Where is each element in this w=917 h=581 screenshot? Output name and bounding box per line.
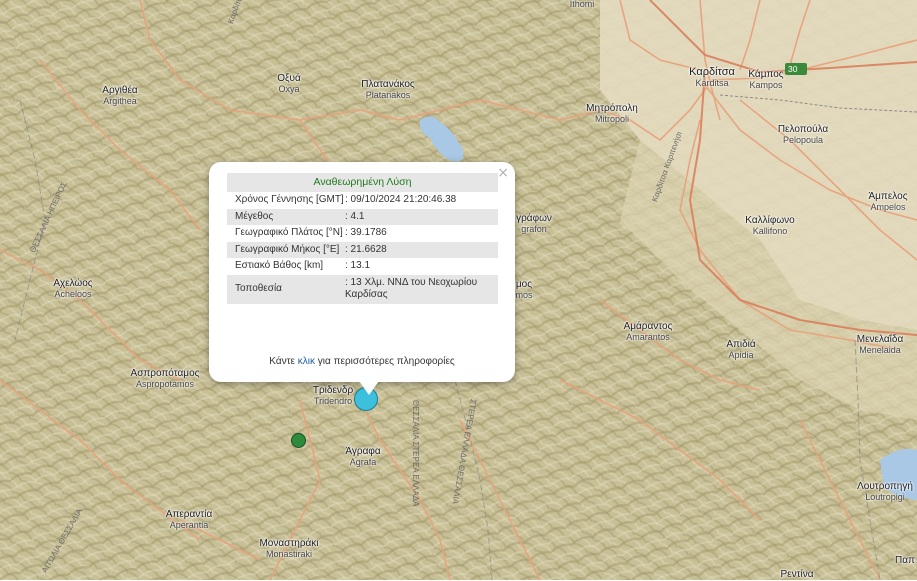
popup-pointer: [359, 381, 379, 395]
place-kallifono: Καλλίφωνο Kallifono: [745, 215, 795, 236]
place-platanakos: Πλατανάκος Platanakos: [361, 79, 415, 100]
place-grafon: γράφων grafon: [516, 213, 552, 234]
detail-row: Τοποθεσία : 13 Χλμ. ΝΝΔ του Νεοχωρίου Κα…: [227, 274, 498, 304]
place-menelaida: Μενελαΐδα Menelaida: [856, 334, 904, 355]
detail-value: : 21.6628: [345, 241, 498, 259]
more-info-text: Κάντε κλικ για περισσότερες πληροφορίες: [269, 356, 455, 367]
place-mos: μος mos: [515, 279, 533, 300]
detail-row: Χρόνος Γέννησης [GMT] : 09/10/2024 21:20…: [227, 192, 498, 209]
detail-value: : 13 Χλμ. ΝΝΔ του Νεοχωρίου Καρδίσας: [345, 274, 498, 304]
place-aperantia: Απεραντία Aperantia: [165, 509, 213, 530]
detail-label: Γεωγραφικό Μήκος [°E]: [227, 241, 345, 259]
detail-value: : 09/10/2024 21:20:46.38: [345, 194, 457, 206]
detail-row: Γεωγραφικό Μήκος [°E] : 21.6628: [227, 241, 498, 259]
place-aspropotamos: Ασπροπόταμος Aspropotamos: [130, 368, 200, 389]
place-argithea: Αργιθέα Argithea: [102, 85, 138, 106]
close-icon[interactable]: ×: [497, 165, 509, 181]
place-oxia: Οξυά Oxya: [277, 73, 301, 94]
detail-label: Εστιακό Βάθος [km]: [235, 260, 324, 272]
more-info-link[interactable]: κλικ: [298, 356, 315, 367]
place-ithomi: Ithomi: [569, 0, 595, 9]
place-agrafa: Άγραφα Agrafa: [345, 446, 381, 467]
earthquake-popup: × Αναθεωρημένη Λύση Χρόνος Γέννησης [GMT…: [209, 162, 515, 395]
detail-label: Χρόνος Γέννησης [GMT]: [235, 194, 344, 206]
place-tridendro: Τριδενδρ Tridendro: [312, 385, 354, 406]
place-karditsa: Καρδίτσα Karditsa: [689, 66, 735, 88]
popup-title: Αναθεωρημένη Λύση: [227, 173, 498, 193]
place-apidia: Απιδιά Apidia: [726, 339, 756, 360]
popup-details-table: Αναθεωρημένη Λύση Χρόνος Γέννησης [GMT] …: [227, 173, 498, 304]
place-loutropigi: Λουτροπηγή Loutropigi: [857, 481, 913, 502]
detail-row: Μέγεθος : 4.1: [227, 208, 498, 226]
place-kampos: Κάμπος Kampos: [748, 69, 784, 90]
route-number: 30: [788, 64, 798, 74]
place-rentina: Ρεντίνα: [780, 569, 814, 580]
detail-value: : 4.1: [345, 208, 498, 226]
detail-value: : 13.1: [345, 260, 371, 272]
detail-row: Εστιακό Βάθος [km] : 13.1: [227, 258, 498, 275]
detail-label: Γεωγραφικό Πλάτος [°N]: [235, 227, 343, 239]
place-acheloos: Αχελώος Acheloos: [53, 278, 93, 299]
border-label-thessalia: ΘΕΣΣΑΛΙΑ ΣΤΕΡΕΑ ΕΛΛΑΔΑ: [411, 400, 420, 507]
place-pelopoula: Πελοπούλα Pelopoula: [777, 124, 829, 145]
place-mitropoli: Μητρόπολη Mitropoli: [586, 103, 638, 124]
place-amarantos: Αμάραντος Amarantos: [623, 321, 673, 342]
place-monastiraki: Μοναστηράκι Monastiraki: [259, 538, 319, 559]
earthquake-marker[interactable]: [291, 433, 306, 448]
detail-label: Τοποθεσία: [227, 274, 345, 304]
detail-value: : 39.1786: [345, 227, 387, 239]
detail-label: Μέγεθος: [227, 208, 345, 226]
detail-row: Γεωγραφικό Πλάτος [°N] : 39.1786: [227, 225, 498, 242]
place-ampelos: Άμπελος Ampelos: [868, 191, 908, 212]
place-pap: Παπ: [895, 555, 915, 566]
